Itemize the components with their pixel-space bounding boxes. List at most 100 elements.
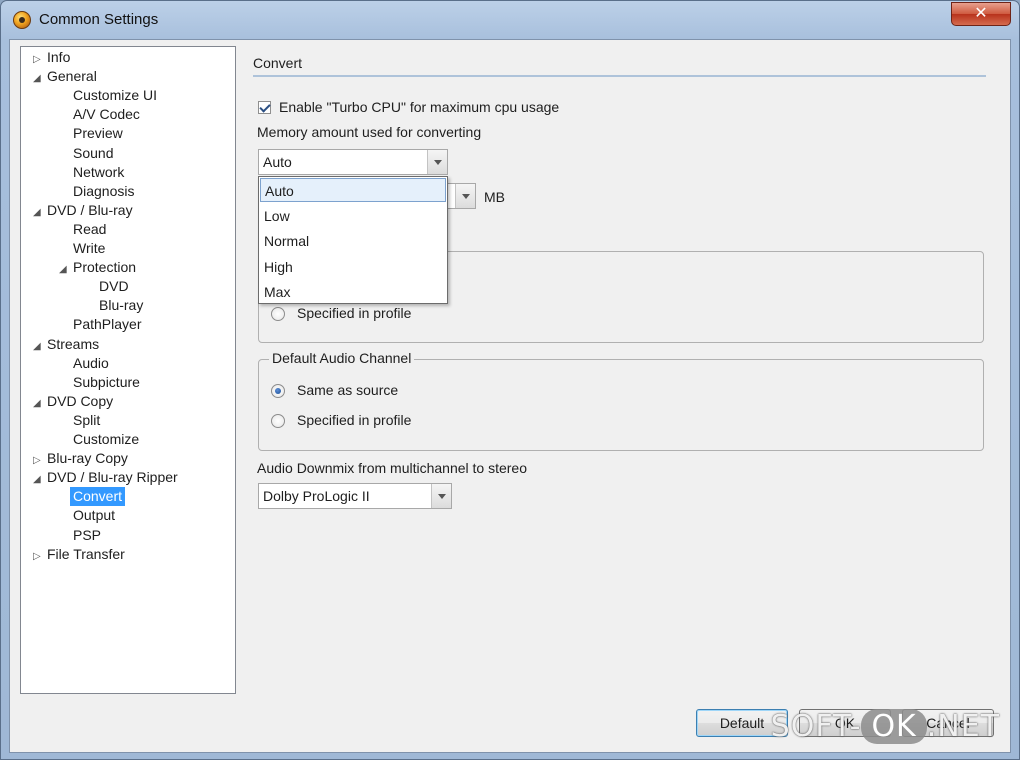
tree-item-subpicture[interactable]: Subpicture <box>73 373 140 392</box>
collapse-arrow-icon[interactable]: ◢ <box>33 470 47 489</box>
specified-in-profile-label: Specified in profile <box>297 412 412 428</box>
tree-item-label: Preview <box>73 125 123 142</box>
tree-item-label: Blu-ray <box>99 297 144 314</box>
memory-option-normal[interactable]: Normal <box>260 229 446 253</box>
tree-item-label: Audio <box>73 354 109 371</box>
group1-option2-radio[interactable] <box>271 307 285 321</box>
collapse-arrow-icon[interactable]: ◢ <box>59 260 73 279</box>
same-as-source-radio[interactable] <box>271 384 285 398</box>
tree-item-label: Customize <box>73 431 140 447</box>
window-title: Common Settings <box>39 11 159 28</box>
tree-item-convert[interactable]: Convert <box>70 487 126 507</box>
tree-item-blu-ray[interactable]: Blu-ray <box>99 296 143 315</box>
tree-item-label: General <box>47 68 97 85</box>
tree-item-customize-ui[interactable]: Customize UI <box>73 86 157 105</box>
settings-tree[interactable]: ▷ Info ◢ General Customize UI A/V Codec Previe… <box>20 46 236 694</box>
watermark-part2: OK <box>861 709 927 744</box>
tree-item-split[interactable]: Split <box>73 411 100 430</box>
tree-item-label: DVD / Blu-ray Ripper <box>47 469 178 486</box>
memory-dropdown-list[interactable]: Auto Low Normal High Max <box>258 176 448 304</box>
tree-item-psp[interactable]: PSP <box>73 526 101 545</box>
downmix-label: Audio Downmix from multichannel to stere… <box>257 460 528 476</box>
tree-item-label: Info <box>47 49 71 65</box>
tree-item-label: A/V Codec <box>73 106 140 123</box>
tree-item-output[interactable]: Output <box>73 506 115 525</box>
memory-option-auto[interactable]: Auto <box>260 178 446 202</box>
tree-item-preview[interactable]: Preview <box>73 124 123 143</box>
tree-item-label: Write <box>73 240 106 256</box>
tree-item-audio[interactable]: Audio <box>73 354 109 373</box>
title-bar[interactable]: Common Settings ✕ <box>1 1 1019 39</box>
tree-item-customize[interactable]: Customize <box>73 430 139 449</box>
collapse-arrow-icon[interactable]: ◢ <box>33 337 47 356</box>
specified-in-profile-radio[interactable] <box>271 414 285 428</box>
tree-item-label: Blu-ray Copy <box>47 450 128 467</box>
collapse-arrow-icon[interactable]: ◢ <box>33 203 47 222</box>
tree-item-label: Diagnosis <box>73 182 135 199</box>
turbo-cpu-checkbox[interactable] <box>258 101 271 114</box>
audio-channel-legend: Default Audio Channel <box>269 350 415 366</box>
tree-item-label: Output <box>73 507 116 524</box>
chevron-down-icon[interactable] <box>431 484 451 508</box>
dialog-client-area: ▷ Info ◢ General Customize UI A/V Codec Previe… <box>9 39 1011 753</box>
tree-item-file-transfer[interactable]: ▷ File Transfer <box>33 545 125 564</box>
tree-item-label: Split <box>73 411 101 428</box>
group1-option2-label: Specified in profile <box>297 305 412 321</box>
tree-item-general[interactable]: ◢ General <box>33 67 97 86</box>
downmix-select[interactable]: Dolby ProLogic II <box>258 483 452 509</box>
tree-item-label: File Transfer <box>47 545 125 562</box>
tree-item-protection[interactable]: ◢ Protection <box>59 258 136 277</box>
tree-item-label: Protection <box>73 259 137 276</box>
tree-item-dvd[interactable]: DVD <box>99 277 129 296</box>
tree-item-label: PathPlayer <box>73 316 142 333</box>
memory-option-high[interactable]: High <box>260 255 446 279</box>
section-title: Convert <box>253 55 303 71</box>
tree-item-label: DVD <box>99 278 129 295</box>
memory-unit-label: MB <box>484 189 505 205</box>
tree-item-write[interactable]: Write <box>73 239 105 258</box>
tree-item-network[interactable]: Network <box>73 163 124 182</box>
chevron-down-icon[interactable] <box>427 150 447 174</box>
memory-option-low[interactable]: Low <box>260 204 446 228</box>
tree-item-label: Read <box>73 220 107 237</box>
tree-item-label: PSP <box>73 526 102 543</box>
audio-channel-groupbox: Default Audio Channel Same as source Spe… <box>258 350 984 451</box>
tree-item-label: DVD Copy <box>47 392 114 409</box>
tree-item-sound[interactable]: Sound <box>73 144 113 163</box>
app-icon <box>13 11 31 29</box>
memory-option-max[interactable]: Max <box>260 280 446 304</box>
memory-select[interactable]: Auto <box>258 149 448 175</box>
tree-item-label: Convert <box>70 487 126 507</box>
close-button[interactable]: ✕ <box>951 2 1011 26</box>
same-as-source-label: Same as source <box>297 382 399 398</box>
memory-label: Memory amount used for converting <box>257 124 482 140</box>
collapse-arrow-icon[interactable]: ◢ <box>33 69 47 88</box>
tree-item-dvd-blu-ray[interactable]: ◢ DVD / Blu-ray <box>33 201 133 220</box>
tree-item-label: Network <box>73 163 125 180</box>
tree-item-pathplayer[interactable]: PathPlayer <box>73 315 141 334</box>
collapse-arrow-icon[interactable]: ◢ <box>33 394 47 413</box>
expand-arrow-icon[interactable]: ▷ <box>33 547 47 566</box>
tree-item-label: Subpicture <box>73 373 140 390</box>
tree-item-label: Customize UI <box>73 87 158 104</box>
tree-item-read[interactable]: Read <box>73 220 106 239</box>
turbo-cpu-label: Enable "Turbo CPU" for maximum cpu usage <box>279 99 560 115</box>
watermark-part3: .NET <box>926 709 1000 744</box>
tree-item-label: Sound <box>73 144 114 161</box>
chevron-down-icon[interactable] <box>455 184 475 208</box>
section-divider <box>253 75 986 77</box>
settings-window: Common Settings ✕ ▷ Info ◢ General Customize… <box>0 0 1020 760</box>
tree-item-label: DVD / Blu-ray <box>47 201 133 218</box>
tree-item-streams[interactable]: ◢ Streams <box>33 335 99 354</box>
tree-item-dvd-copy[interactable]: ◢ DVD Copy <box>33 392 113 411</box>
watermark: SOFT- OK .NET <box>771 709 1000 744</box>
tree-item-info[interactable]: ▷ Info <box>33 48 70 67</box>
watermark-part1: SOFT- <box>770 709 862 744</box>
tree-item-blu-ray-copy[interactable]: ▷ Blu-ray Copy <box>33 449 128 468</box>
tree-item-dvd-blu-ray-ripper[interactable]: ◢ DVD / Blu-ray Ripper <box>33 468 178 487</box>
memory-select-value: Auto <box>263 154 292 170</box>
tree-item-label: Streams <box>47 335 100 352</box>
downmix-select-value: Dolby ProLogic II <box>263 488 370 504</box>
tree-item-a-v-codec[interactable]: A/V Codec <box>73 105 140 124</box>
tree-item-diagnosis[interactable]: Diagnosis <box>73 182 134 201</box>
